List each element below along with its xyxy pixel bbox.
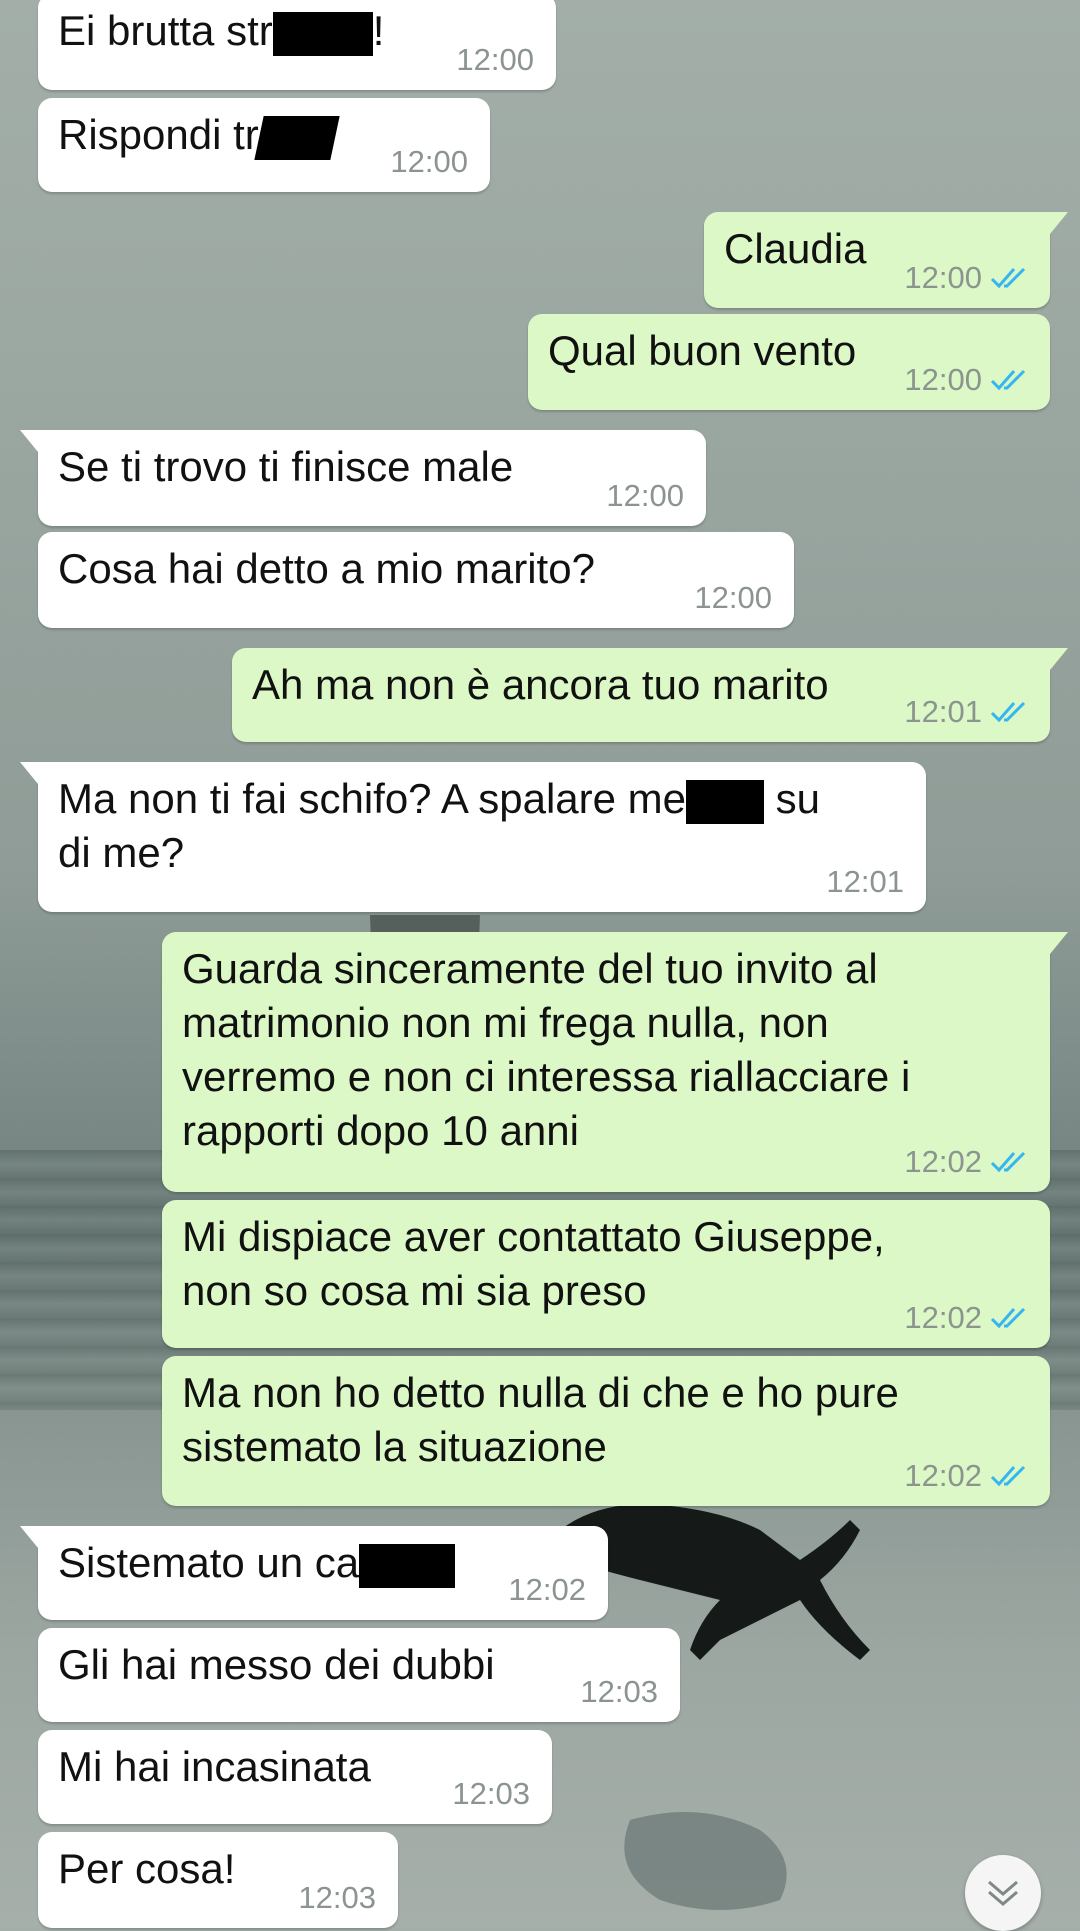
message-time: 12:01 <box>826 864 904 899</box>
message-meta: 12:02 <box>904 1300 1028 1336</box>
message-incoming[interactable]: Rispondi tr 12:00 <box>38 98 490 192</box>
message-text: Claudia <box>724 225 867 272</box>
message-text: Qual buon vento <box>548 327 857 374</box>
double-check-read-icon <box>990 1307 1026 1329</box>
message-time: 12:03 <box>452 1776 530 1811</box>
message-meta: 12:01 <box>904 694 1028 730</box>
double-check-read-icon <box>990 701 1026 723</box>
double-chevron-down-icon <box>988 1880 1018 1906</box>
message-time: 12:00 <box>694 580 772 615</box>
message-meta: 12:03 <box>298 1880 376 1916</box>
redaction-block <box>254 115 340 160</box>
message-incoming[interactable]: Ma non ti fai schifo? A spalare me su di… <box>20 762 926 912</box>
message-meta: 12:02 <box>904 1458 1028 1494</box>
message-meta: 12:02 <box>508 1572 586 1608</box>
message-meta: 12:03 <box>580 1674 658 1710</box>
double-check-read-icon <box>990 1465 1026 1487</box>
message-outgoing[interactable]: Ma non ho detto nulla di che e ho pure s… <box>162 1356 1050 1506</box>
message-time: 12:02 <box>508 1572 586 1607</box>
message-text: Guarda sinceramente del tuo invito al ma… <box>182 945 911 1154</box>
message-outgoing[interactable]: Claudia 12:00 <box>704 212 1068 308</box>
redaction-block <box>359 1543 456 1588</box>
message-time: 12:03 <box>580 1674 658 1709</box>
message-outgoing[interactable]: Qual buon vento 12:00 <box>528 314 1050 410</box>
message-time: 12:00 <box>904 260 982 295</box>
message-incoming[interactable]: Mi hai incasinata 12:03 <box>38 1730 552 1824</box>
message-time: 12:00 <box>904 362 982 397</box>
message-text: Ah ma non è ancora tuo marito <box>252 661 829 708</box>
message-text: di me? <box>58 829 185 876</box>
message-incoming[interactable]: Per cosa! 12:03 <box>38 1832 398 1928</box>
double-check-read-icon <box>990 1151 1026 1173</box>
message-text: Ma non ho detto nulla di che e ho pure s… <box>182 1369 899 1470</box>
message-meta: 12:00 <box>390 144 468 180</box>
message-meta: 12:00 <box>456 42 534 78</box>
double-check-read-icon <box>990 267 1026 289</box>
message-text: Cosa hai detto a mio marito? <box>58 545 595 592</box>
message-time: 12:01 <box>904 694 982 729</box>
message-time: 12:02 <box>904 1300 982 1335</box>
redaction-block <box>686 779 765 824</box>
message-meta: 12:00 <box>606 478 684 514</box>
message-time: 12:02 <box>904 1144 982 1179</box>
message-meta: 12:03 <box>452 1776 530 1812</box>
message-incoming[interactable]: Cosa hai detto a mio marito? 12:00 <box>38 532 794 628</box>
message-incoming[interactable]: Ei brutta str! 12:00 <box>38 0 556 90</box>
message-text: Rispondi tr <box>58 111 259 158</box>
message-text: Per cosa! <box>58 1845 236 1892</box>
message-text: Mi dispiace aver contattato Giuseppe, no… <box>182 1213 885 1314</box>
message-time: 12:00 <box>390 144 468 179</box>
message-text: Ei brutta str <box>58 7 273 54</box>
message-meta: 12:00 <box>904 260 1028 296</box>
message-text: Mi hai incasinata <box>58 1743 371 1790</box>
message-text: Ma non ti fai schifo? A spalare me <box>58 775 687 822</box>
message-time: 12:02 <box>904 1458 982 1493</box>
message-time: 12:03 <box>298 1880 376 1915</box>
message-time: 12:00 <box>606 478 684 513</box>
redaction-block <box>272 11 373 56</box>
message-outgoing[interactable]: Mi dispiace aver contattato Giuseppe, no… <box>162 1200 1050 1348</box>
message-text: Se ti trovo ti finisce male <box>58 443 514 490</box>
message-time: 12:00 <box>456 42 534 77</box>
message-incoming[interactable]: Se ti trovo ti finisce male 12:00 <box>20 430 706 526</box>
message-outgoing[interactable]: Ah ma non è ancora tuo marito 12:01 <box>232 648 1068 742</box>
message-incoming[interactable]: Sistemato un ca 12:02 <box>20 1526 608 1620</box>
message-text: Sistemato un ca <box>58 1539 360 1586</box>
scroll-to-bottom-button[interactable] <box>965 1855 1041 1931</box>
message-meta: 12:02 <box>904 1144 1028 1180</box>
message-meta: 12:00 <box>904 362 1028 398</box>
message-incoming[interactable]: Gli hai messo dei dubbi 12:03 <box>38 1628 680 1722</box>
chat-conversation: Ei brutta str! 12:00 Rispondi tr 12:00 C… <box>0 0 1080 1931</box>
message-text: Gli hai messo dei dubbi <box>58 1641 495 1688</box>
message-meta: 12:01 <box>826 864 904 900</box>
message-meta: 12:00 <box>694 580 772 616</box>
message-text: ! <box>372 7 385 54</box>
double-check-read-icon <box>990 369 1026 391</box>
message-outgoing[interactable]: Guarda sinceramente del tuo invito al ma… <box>162 932 1068 1192</box>
message-text: su <box>764 775 821 822</box>
